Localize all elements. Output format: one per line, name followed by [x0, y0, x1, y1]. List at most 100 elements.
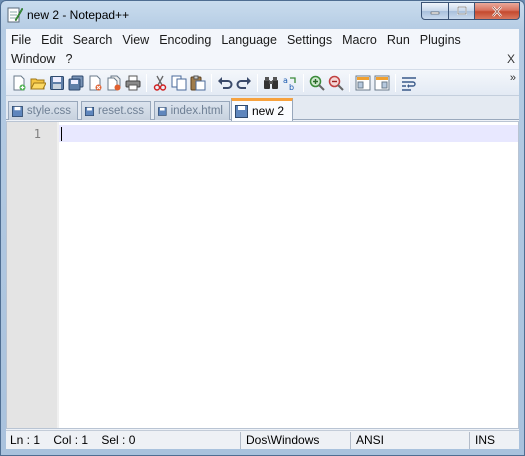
- menu-row-2: Window ?: [6, 50, 77, 68]
- print-button[interactable]: [124, 74, 142, 92]
- tab-new-2[interactable]: new 2: [231, 98, 293, 121]
- copy-icon: [171, 75, 187, 91]
- print-icon: [125, 75, 141, 91]
- menu-search[interactable]: Search: [68, 31, 118, 49]
- save-all-button[interactable]: [67, 74, 85, 92]
- paste-button[interactable]: [189, 74, 207, 92]
- zoom-out-icon: [328, 75, 344, 91]
- paste-icon: [190, 75, 206, 91]
- sync-horizontal-icon: [374, 75, 390, 91]
- minimize-button[interactable]: [421, 2, 449, 20]
- menu-language[interactable]: Language: [216, 31, 282, 49]
- text-caret: [61, 127, 62, 141]
- redo-button[interactable]: [235, 74, 253, 92]
- replace-button[interactable]: ab: [281, 74, 299, 92]
- menu-help[interactable]: ?: [60, 50, 77, 68]
- word-wrap-icon: [402, 77, 416, 91]
- menu-row-1: File Edit Search View Encoding Language …: [6, 31, 466, 49]
- tab-style-css[interactable]: style.css: [8, 101, 78, 120]
- toolbar-separator: [211, 74, 212, 92]
- sync-horizontal-button[interactable]: [373, 74, 391, 92]
- toolbar-separator: [395, 74, 396, 92]
- toolbar-overflow-button[interactable]: »: [510, 72, 516, 84]
- title-bar[interactable]: new 2 - Notepad++: [1, 1, 524, 29]
- undo-icon: [218, 77, 233, 89]
- sync-vertical-icon: [355, 75, 371, 91]
- status-encoding[interactable]: ANSI: [352, 431, 384, 450]
- menu-view[interactable]: View: [117, 31, 154, 49]
- close-icon: [492, 5, 502, 17]
- menu-file[interactable]: File: [6, 31, 36, 49]
- tab-label: reset.css: [97, 105, 144, 117]
- cut-button[interactable]: [151, 74, 169, 92]
- status-separator: [240, 432, 241, 449]
- status-separator: [469, 432, 470, 449]
- tab-index-html[interactable]: index.html: [154, 101, 230, 120]
- client-area: File Edit Search View Encoding Language …: [6, 29, 519, 449]
- svg-text:b: b: [289, 83, 294, 91]
- status-eol[interactable]: Dos\Windows: [242, 431, 319, 450]
- status-separator: [350, 432, 351, 449]
- menu-run[interactable]: Run: [382, 31, 415, 49]
- current-line-highlight: [59, 125, 518, 142]
- new-file-button[interactable]: [10, 74, 28, 92]
- cut-icon: [153, 75, 167, 91]
- toolbar-separator: [303, 74, 304, 92]
- close-file-button[interactable]: [86, 74, 104, 92]
- toolbar-separator: [146, 74, 147, 92]
- tab-bar: style.css reset.css index.html new 2: [6, 96, 519, 121]
- save-icon: [50, 76, 64, 90]
- menu-plugins[interactable]: Plugins: [415, 31, 466, 49]
- zoom-in-button[interactable]: [308, 74, 326, 92]
- minimize-icon: [430, 11, 440, 15]
- svg-text:a: a: [283, 76, 288, 85]
- tab-label: index.html: [170, 105, 223, 117]
- sync-vertical-button[interactable]: [354, 74, 372, 92]
- word-wrap-button[interactable]: [400, 74, 418, 92]
- find-button[interactable]: [262, 74, 280, 92]
- menu-window[interactable]: Window: [6, 50, 60, 68]
- tab-label: style.css: [26, 105, 71, 117]
- close-document-button[interactable]: X: [507, 50, 515, 68]
- tab-label: new 2: [252, 104, 285, 118]
- line-number: 1: [33, 127, 41, 141]
- window-title: new 2 - Notepad++: [27, 8, 130, 22]
- undo-button[interactable]: [216, 74, 234, 92]
- save-button[interactable]: [48, 74, 66, 92]
- maximize-icon: [456, 6, 467, 15]
- status-position: Ln : 1 Col : 1 Sel : 0: [10, 433, 136, 447]
- tab-reset-css[interactable]: reset.css: [81, 101, 151, 120]
- copy-button[interactable]: [170, 74, 188, 92]
- open-file-button[interactable]: [29, 74, 47, 92]
- fold-margin[interactable]: [57, 122, 59, 428]
- status-insert-mode[interactable]: INS: [471, 431, 495, 450]
- close-button[interactable]: [474, 2, 520, 20]
- maximize-button[interactable]: [448, 2, 475, 20]
- saved-file-icon: [85, 106, 94, 116]
- saved-file-icon: [158, 106, 167, 116]
- toolbar-separator: [257, 74, 258, 92]
- open-file-icon: [30, 78, 46, 90]
- zoom-in-icon: [309, 75, 325, 91]
- menu-settings[interactable]: Settings: [282, 31, 337, 49]
- line-number-gutter[interactable]: 1: [7, 122, 57, 428]
- saved-file-icon: [235, 104, 248, 118]
- notepadpp-window: new 2 - Notepad++ File Edit Search View …: [0, 0, 525, 456]
- close-all-button[interactable]: [105, 74, 123, 92]
- save-all-icon: [68, 75, 84, 91]
- toolbar: ab »: [6, 69, 519, 96]
- menu-encoding[interactable]: Encoding: [154, 31, 216, 49]
- replace-icon: ab: [283, 76, 296, 91]
- close-file-icon: [89, 75, 102, 91]
- close-all-icon: [107, 75, 121, 91]
- notepad-app-icon[interactable]: [7, 6, 24, 24]
- find-icon: [264, 77, 278, 89]
- menu-macro[interactable]: Macro: [337, 31, 382, 49]
- saved-file-icon: [12, 105, 23, 117]
- toolbar-separator: [349, 74, 350, 92]
- zoom-out-button[interactable]: [327, 74, 345, 92]
- editor-area[interactable]: 1: [6, 121, 519, 429]
- status-bar: Ln : 1 Col : 1 Sel : 0 Dos\Windows ANSI …: [6, 430, 519, 449]
- menu-edit[interactable]: Edit: [36, 31, 68, 49]
- new-file-icon: [13, 75, 26, 91]
